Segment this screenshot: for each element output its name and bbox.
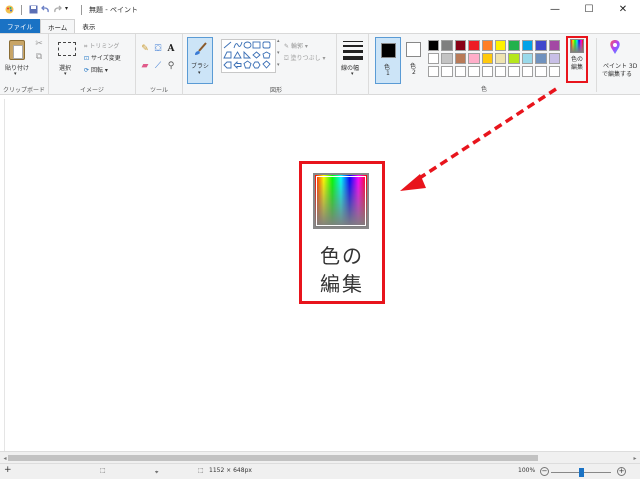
selection-size-icon: ⬚ bbox=[100, 467, 106, 474]
scrollbar-thumb[interactable] bbox=[8, 455, 538, 461]
horizontal-scrollbar[interactable]: ◂ ▸ bbox=[0, 451, 640, 463]
zoom-in-button[interactable]: + bbox=[617, 467, 626, 476]
edit-colors-callout-label: 色の 編集 bbox=[299, 242, 385, 298]
crosshair-small-icon: ⌖ bbox=[155, 469, 159, 476]
callout-line1: 色の bbox=[320, 244, 364, 268]
cursor-position-icon: + bbox=[4, 465, 12, 475]
edit-colors-icon-zoomed bbox=[313, 173, 369, 229]
callout-line2: 編集 bbox=[320, 272, 364, 296]
zoom-slider-thumb[interactable] bbox=[579, 468, 584, 477]
image-size-text: 1152 × 648px bbox=[209, 467, 252, 474]
zoom-out-button[interactable]: − bbox=[540, 467, 549, 476]
zoom-level: 100% bbox=[518, 467, 536, 474]
image-size-icon: ⬚ bbox=[198, 467, 204, 474]
status-bar: + ⬚ ⌖ ⬚ 1152 × 648px 100% − + bbox=[0, 463, 640, 479]
